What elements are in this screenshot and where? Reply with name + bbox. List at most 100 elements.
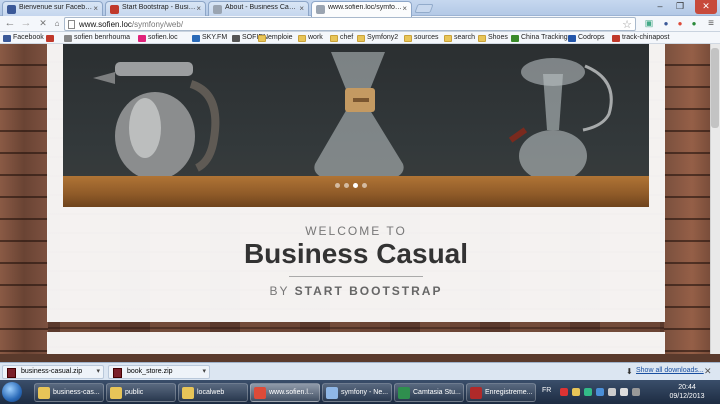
carousel-indicator[interactable]	[362, 183, 367, 188]
bookmark-item[interactable]: emploie	[258, 33, 293, 43]
close-tab-icon[interactable]: ×	[93, 4, 98, 13]
back-icon[interactable]: ←	[3, 17, 17, 31]
address-bar[interactable]: www.sofien.loc/symfony/web/ ☆	[64, 17, 636, 31]
bookmark-item[interactable]: track-chinapost	[612, 33, 669, 43]
taskbar-button[interactable]: business-cas...	[34, 383, 104, 402]
bookmark-label: sofien benrhouma	[74, 34, 131, 41]
bookmark-label: China Tracking	[521, 34, 568, 41]
extension-icon-3[interactable]: ●	[674, 17, 686, 31]
extension-icon-2[interactable]: ●	[660, 17, 672, 31]
stop-icon[interactable]: ✕	[36, 17, 50, 31]
folder-icon	[330, 35, 338, 42]
scrollbar-thumb[interactable]	[711, 48, 719, 128]
bookmark-item[interactable]: sofien.loc	[138, 33, 178, 43]
download-item[interactable]: book_store.zip ▾	[108, 365, 210, 379]
taskbar-button[interactable]: localweb	[178, 383, 248, 402]
close-tab-icon[interactable]: ×	[402, 4, 407, 13]
download-filename: book_store.zip	[127, 368, 173, 375]
chevron-down-icon[interactable]: ▾	[202, 366, 206, 378]
taskbar-button[interactable]: Enregistreme...	[466, 383, 536, 402]
wooden-shelf	[63, 176, 649, 207]
scrollbar[interactable]	[710, 44, 720, 354]
bookmark-item[interactable]: Shoes	[478, 33, 508, 43]
close-tab-icon[interactable]: ×	[299, 4, 304, 13]
download-item[interactable]: business-casual.zip ▾	[2, 365, 104, 379]
language-indicator[interactable]: FR	[542, 387, 551, 394]
bookmark-item[interactable]: search	[444, 33, 475, 43]
tab-4[interactable]: www.sofien.loc/symfony/×	[311, 1, 412, 17]
bookmark-item[interactable]: chef	[330, 33, 353, 43]
taskbar-button[interactable]: public	[106, 383, 176, 402]
brick-wall-background	[0, 44, 48, 354]
volume-icon[interactable]	[620, 388, 628, 396]
carousel-indicator[interactable]	[335, 183, 340, 188]
bookmark-label: work	[308, 34, 323, 41]
carousel-indicator[interactable]	[344, 183, 349, 188]
download-shelf: business-casual.zip ▾ book_store.zip ▾ ⬇ Sho…	[0, 362, 720, 380]
bookmark-item[interactable]: work	[298, 33, 323, 43]
bookmark-item[interactable]: China Tracking	[511, 33, 568, 43]
start-button-icon[interactable]	[2, 382, 22, 402]
favicon-icon	[213, 5, 222, 14]
taskbar-button[interactable]: www.sofien.l...	[250, 383, 320, 402]
tray-icon[interactable]	[596, 388, 604, 396]
restore-icon[interactable]: ❐	[672, 0, 688, 14]
app-icon	[398, 387, 410, 399]
show-all-downloads-link[interactable]: ⬇ Show all downloads...	[626, 367, 704, 376]
network-icon[interactable]	[608, 388, 616, 396]
byline: BY START BOOTSTRAP	[269, 284, 443, 298]
bookmark-label: chef	[340, 34, 354, 41]
bookmarks-bar: Facebook sofien benrhouma sofien.loc SKY.FM…	[0, 32, 720, 44]
tray-icon[interactable]	[572, 388, 580, 396]
bookmark-item[interactable]: sources	[404, 33, 439, 43]
bookmark-item[interactable]: Facebook	[3, 33, 44, 43]
close-tab-icon[interactable]: ×	[196, 4, 201, 13]
tab-2[interactable]: Start Bootstrap - Busines ×	[105, 1, 206, 16]
close-download-shelf-icon[interactable]: ✕	[704, 366, 712, 377]
chevron-down-icon[interactable]: ▾	[96, 366, 100, 378]
bookmark-item[interactable]: Symfony2	[357, 33, 398, 43]
new-tab-button[interactable]	[414, 4, 434, 13]
favicon-icon	[568, 35, 576, 42]
taskbar-button[interactable]: symfony - Ne...	[322, 383, 392, 402]
menu-icon[interactable]: ≡	[704, 17, 718, 31]
extension-icon[interactable]: ▣	[640, 17, 658, 31]
favicon-icon	[110, 5, 119, 14]
download-filename: business-casual.zip	[21, 368, 83, 375]
bookmark-label: track-chinapost	[622, 34, 670, 41]
tab-label: www.sofien.loc/symfony/	[328, 4, 402, 11]
bookmark-star-icon[interactable]: ☆	[622, 18, 632, 31]
forward-icon[interactable]: →	[19, 17, 33, 31]
hero-carousel[interactable]	[63, 44, 649, 207]
favicon-icon	[3, 35, 11, 42]
bookmark-label: Codrops	[578, 34, 605, 41]
download-icon: ⬇	[626, 367, 633, 376]
bookmark-label: Symfony2	[367, 34, 399, 41]
taskbar-label: Camtasia Stu...	[413, 389, 461, 396]
bookmark-label: Shoes	[488, 34, 508, 41]
bookmark-label: search	[454, 34, 476, 41]
extension-icon-4[interactable]: ●	[688, 17, 700, 31]
taskbar-button[interactable]: Camtasia Stu...	[394, 383, 464, 402]
favicon-icon	[511, 35, 519, 42]
bookmark-item[interactable]: SKY.FM	[192, 33, 227, 43]
taskbar-label: localweb	[197, 389, 225, 396]
flag-icon[interactable]	[632, 388, 640, 396]
taskbar-label: www.sofien.l...	[269, 389, 314, 396]
brand-title: Business Casual	[243, 238, 469, 269]
taskbar-label: Enregistreme...	[485, 389, 533, 396]
bookmark-item[interactable]: Codrops	[568, 33, 604, 43]
bookmark-item[interactable]: sofien benrhouma	[64, 33, 130, 43]
tray-icon[interactable]	[584, 388, 592, 396]
app-icon	[326, 387, 338, 399]
clock[interactable]: 20:44 09/12/2013	[660, 383, 714, 401]
close-window-icon[interactable]: ✕	[695, 0, 717, 14]
carousel-indicator-active[interactable]	[353, 183, 358, 188]
tab-1[interactable]: Bienvenue sur Facebook ×	[2, 1, 103, 16]
welcome-heading: WELCOME TO	[305, 224, 407, 238]
home-icon[interactable]: ⌂	[50, 17, 64, 31]
archive-icon	[113, 368, 122, 378]
tray-icon[interactable]	[560, 388, 568, 396]
minimize-icon[interactable]: –	[652, 0, 668, 14]
tab-3[interactable]: About - Business Casual ×	[208, 1, 309, 16]
